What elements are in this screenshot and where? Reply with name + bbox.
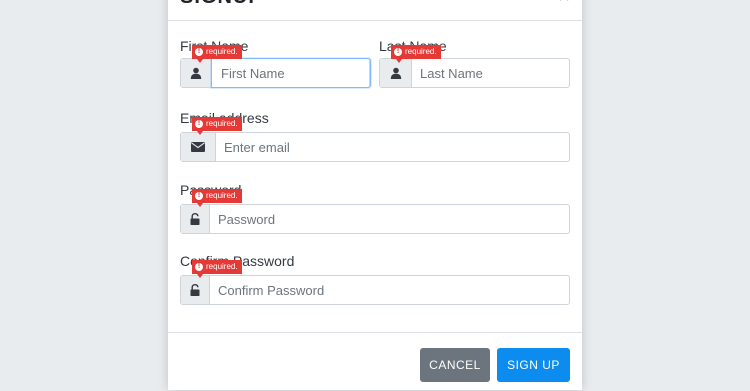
password-error-badge: ! required.: [192, 189, 242, 207]
alert-icon: !: [394, 48, 402, 56]
email-input-group: [180, 132, 570, 162]
alert-icon: !: [195, 192, 203, 200]
password-input-group: [180, 204, 570, 234]
sign-up-button[interactable]: SIGN UP: [497, 348, 570, 382]
email-error-badge: ! required.: [192, 117, 242, 135]
email-error-text: required.: [206, 119, 238, 128]
password-field: Password ! required.: [180, 182, 570, 234]
first-name-input-group: [180, 58, 371, 88]
envelope-icon: [191, 142, 205, 152]
first-name-input[interactable]: [211, 58, 371, 88]
alert-icon: !: [195, 263, 203, 271]
password-input[interactable]: [209, 205, 569, 233]
confirm-password-error-badge: ! required.: [192, 260, 242, 278]
alert-icon: !: [195, 48, 203, 56]
unlock-icon: [190, 284, 200, 296]
first-name-field: First Name ! required.: [180, 38, 371, 90]
email-input[interactable]: [215, 133, 569, 161]
close-button[interactable]: ×: [558, 0, 570, 9]
confirm-password-input-group: [180, 275, 570, 305]
alert-icon: !: [195, 120, 203, 128]
modal-header: SIGNUP ×: [168, 0, 582, 21]
last-name-error-text: required.: [405, 47, 437, 56]
confirm-password-addon: [181, 276, 210, 304]
user-icon: [190, 67, 202, 79]
confirm-password-input[interactable]: [209, 276, 569, 304]
unlock-icon: [190, 213, 200, 225]
confirm-password-error-text: required.: [206, 262, 238, 271]
password-addon: [181, 205, 210, 233]
confirm-password-field: Confirm Password ! required.: [180, 253, 570, 305]
first-name-error-badge: ! required.: [192, 45, 242, 63]
first-name-addon: [181, 59, 212, 87]
last-name-input-group: [379, 58, 570, 88]
email-field: Email address ! required.: [180, 110, 570, 162]
last-name-error-badge: ! required.: [391, 45, 441, 63]
modal-title: SIGNUP: [180, 0, 263, 9]
signup-modal: SIGNUP × First Name ! required. Last Nam…: [168, 0, 582, 390]
email-addon: [181, 133, 216, 161]
password-error-text: required.: [206, 191, 238, 200]
last-name-addon: [380, 59, 412, 87]
modal-footer: CANCEL SIGN UP: [168, 332, 582, 391]
first-name-error-text: required.: [206, 47, 238, 56]
last-name-field: Last Name ! required.: [379, 38, 570, 90]
cancel-button[interactable]: CANCEL: [420, 348, 490, 382]
last-name-input[interactable]: [411, 59, 569, 87]
user-icon: [390, 67, 401, 79]
